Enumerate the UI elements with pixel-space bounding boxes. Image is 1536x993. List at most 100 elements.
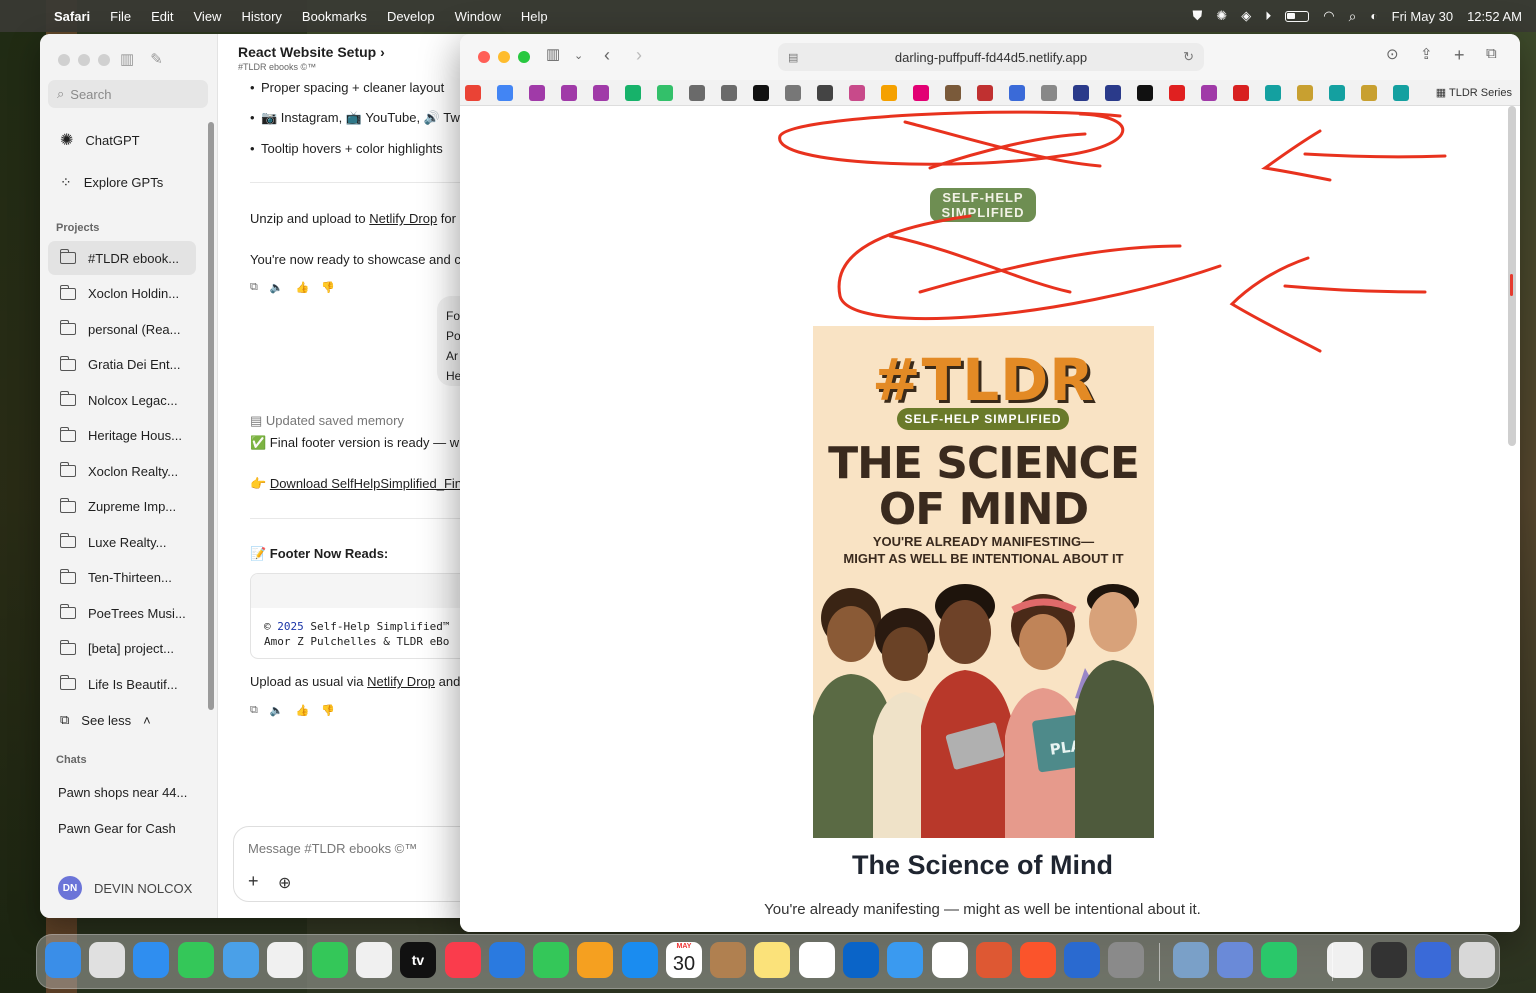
netlify-drop-link[interactable]: Netlify Drop: [367, 674, 435, 689]
favorite-tldr-series[interactable]: ▦ TLDR Series: [1436, 86, 1512, 99]
favorite-site-icon[interactable]: [1137, 85, 1153, 101]
messages-icon[interactable]: [178, 942, 214, 978]
sidebar-project-item[interactable]: Nolcox Legac...: [48, 383, 196, 417]
layers-icon[interactable]: ◈: [1241, 8, 1251, 24]
download-icon[interactable]: ⊙: [1386, 45, 1399, 63]
favorite-site-icon[interactable]: [465, 85, 481, 101]
favorite-site-icon[interactable]: [1041, 85, 1057, 101]
new-tab-icon[interactable]: +: [1454, 45, 1465, 66]
photos-icon[interactable]: [267, 942, 303, 978]
maps-icon[interactable]: [223, 942, 259, 978]
sidebar-project-item[interactable]: [beta] project...: [48, 632, 196, 666]
safari-icon[interactable]: [133, 942, 169, 978]
play-icon[interactable]: ⏵: [1265, 9, 1271, 24]
idea-bulb-icon[interactable]: [1064, 942, 1100, 978]
sidebar-toggle-icon[interactable]: ▥: [120, 50, 134, 68]
tab-overview-icon[interactable]: ⧉: [1486, 45, 1497, 62]
favorite-site-icon[interactable]: [1361, 85, 1377, 101]
sidebar-project-item[interactable]: Luxe Realty...: [48, 525, 196, 559]
sidebar-item-chatgpt[interactable]: ✺ ChatGPT: [48, 123, 196, 157]
address-bar[interactable]: ▤ darling-puffpuff-fd44d5.netlify.app ↻: [778, 43, 1204, 71]
thumbs-down-icon[interactable]: 👎: [321, 704, 335, 717]
calendar-icon[interactable]: MAY 30: [666, 942, 702, 978]
sidebar-project-item[interactable]: Heritage Hous...: [48, 419, 196, 453]
plus-icon[interactable]: +: [248, 871, 259, 892]
reload-icon[interactable]: ↻: [1183, 49, 1194, 65]
copy-icon[interactable]: ⧉: [250, 704, 258, 717]
favorite-site-icon[interactable]: [1009, 85, 1025, 101]
sidebar-project-item[interactable]: Xoclon Holdin...: [48, 277, 196, 311]
menu-app-name[interactable]: Safari: [44, 9, 100, 24]
favorite-site-icon[interactable]: [1393, 85, 1409, 101]
sidebar-project-item[interactable]: Xoclon Realty...: [48, 454, 196, 488]
favorite-site-icon[interactable]: [689, 85, 705, 101]
thumbs-down-icon[interactable]: 👎: [321, 281, 335, 294]
favorite-site-icon[interactable]: [753, 85, 769, 101]
favorite-site-icon[interactable]: [721, 85, 737, 101]
sidebar-scrollbar[interactable]: [208, 122, 214, 710]
page-menu-icon[interactable]: ▤: [788, 51, 798, 64]
download-link[interactable]: Download SelfHelpSimplified_Fin: [270, 476, 462, 491]
chevron-down-icon[interactable]: ⌄: [574, 49, 583, 62]
sidebar-project-item[interactable]: Ten-Thirteen...: [48, 561, 196, 595]
favorite-site-icon[interactable]: [1297, 85, 1313, 101]
netlify-drop-link[interactable]: Netlify Drop: [369, 211, 437, 226]
read-aloud-icon[interactable]: 🔈: [270, 704, 284, 717]
duckduckgo-icon[interactable]: [976, 942, 1012, 978]
favorite-site-icon[interactable]: [625, 85, 641, 101]
chatgpt-icon[interactable]: [932, 942, 968, 978]
copy-icon[interactable]: ⧉: [250, 281, 258, 294]
sidebar-project-item[interactable]: PoeTrees Musi...: [48, 596, 196, 630]
favorite-site-icon[interactable]: [785, 85, 801, 101]
favorite-site-icon[interactable]: [529, 85, 545, 101]
screenshot-icon[interactable]: [1371, 942, 1407, 978]
favorite-site-icon[interactable]: [657, 85, 673, 101]
keynote-icon[interactable]: [489, 942, 525, 978]
menu-view[interactable]: View: [184, 9, 232, 24]
search-input[interactable]: ⌕ Search: [48, 80, 208, 108]
minimize-button[interactable]: [78, 54, 90, 66]
favorite-site-icon[interactable]: [593, 85, 609, 101]
notes-icon[interactable]: [754, 942, 790, 978]
minimize-button[interactable]: [498, 51, 510, 63]
freeform-icon[interactable]: [356, 942, 392, 978]
music-icon[interactable]: [445, 942, 481, 978]
facetime-icon[interactable]: [312, 942, 348, 978]
user-profile[interactable]: DN DEVIN NOLCOX: [48, 871, 208, 905]
spotlight-search-icon[interactable]: ⌕: [1349, 8, 1357, 25]
menu-file[interactable]: File: [100, 9, 141, 24]
vpn-app-icon[interactable]: [1217, 942, 1253, 978]
sidebar-project-item[interactable]: Life Is Beautif...: [48, 667, 196, 701]
favorite-site-icon[interactable]: [1329, 85, 1345, 101]
favorite-site-icon[interactable]: [1265, 85, 1281, 101]
menu-window[interactable]: Window: [445, 9, 511, 24]
thumbs-up-icon[interactable]: 👍: [296, 704, 310, 717]
share-icon[interactable]: ⇪: [1420, 45, 1433, 63]
trash-icon[interactable]: [1459, 942, 1495, 978]
vpn-shield-icon[interactable]: ⛊: [1193, 8, 1203, 24]
sidebar-project-item[interactable]: #TLDR ebook...: [48, 241, 196, 275]
zoom-button[interactable]: [518, 51, 530, 63]
close-button[interactable]: [478, 51, 490, 63]
flip-icon[interactable]: [1261, 942, 1297, 978]
forward-arrow-icon[interactable]: ›: [636, 45, 642, 66]
brave-icon[interactable]: [1020, 942, 1056, 978]
favorite-site-icon[interactable]: [945, 85, 961, 101]
favorite-site-icon[interactable]: [497, 85, 513, 101]
favorite-site-icon[interactable]: [817, 85, 833, 101]
numbers-icon[interactable]: [533, 942, 569, 978]
outlook-icon[interactable]: [843, 942, 879, 978]
favorite-site-icon[interactable]: [913, 85, 929, 101]
back-arrow-icon[interactable]: ‹: [604, 45, 610, 66]
sidebar-project-item[interactable]: Gratia Dei Ent...: [48, 348, 196, 382]
menubar-time[interactable]: 12:52 AM: [1467, 9, 1522, 24]
favorite-site-icon[interactable]: [977, 85, 993, 101]
favorite-site-icon[interactable]: [849, 85, 865, 101]
menu-edit[interactable]: Edit: [141, 9, 183, 24]
favorite-site-icon[interactable]: [1201, 85, 1217, 101]
favorite-site-icon[interactable]: [1233, 85, 1249, 101]
contacts-icon[interactable]: [710, 942, 746, 978]
conversation-title[interactable]: React Website Setup ›: [238, 44, 385, 60]
favorite-site-icon[interactable]: [1105, 85, 1121, 101]
favorite-site-icon[interactable]: [1073, 85, 1089, 101]
